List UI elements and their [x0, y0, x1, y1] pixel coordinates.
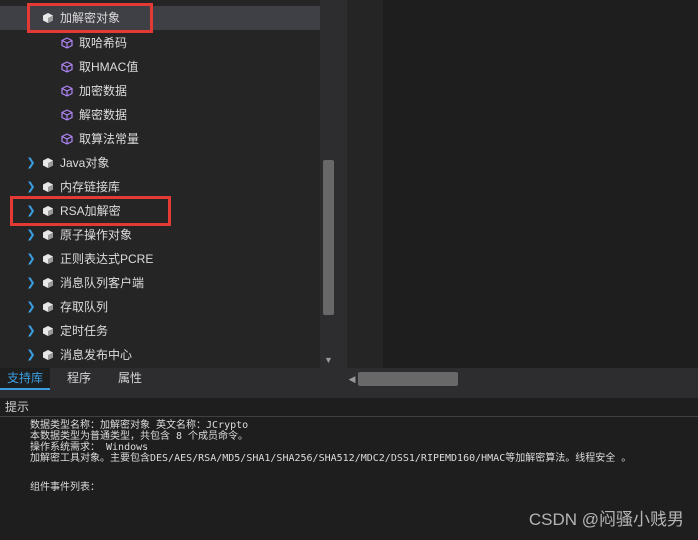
horizontal-splitter[interactable] [0, 390, 698, 398]
chevron-right-icon[interactable]: ❯ [24, 151, 38, 175]
highlight-box [10, 196, 171, 226]
cube-purple-icon [60, 79, 74, 103]
chevron-right-icon[interactable]: ❯ [24, 247, 38, 271]
tree-item-label: 取算法常量 [79, 132, 140, 146]
scrollbar-thumb[interactable] [358, 372, 458, 386]
tree-item-mq-client[interactable]: ❯ 消息队列客户端 [0, 271, 320, 295]
panel-splitter[interactable] [337, 0, 347, 368]
tree-item-label: 定时任务 [60, 324, 109, 338]
tree-item-label: 消息发布中心 [60, 348, 133, 362]
tree-item-label: 消息队列客户端 [60, 276, 145, 290]
cube-white-icon [41, 271, 55, 295]
chevron-right-icon[interactable]: ❯ [24, 319, 38, 343]
divider [0, 416, 698, 417]
tree-item-method[interactable]: 解密数据 [0, 103, 320, 127]
cube-white-icon [41, 247, 55, 271]
cube-white-icon [41, 151, 55, 175]
hint-line: 本数据类型为普通类型，共包含 8 个成员命令。 [30, 431, 249, 442]
cube-purple-icon [60, 103, 74, 127]
hint-panel-title: 提示 [5, 400, 30, 414]
tree-item-method[interactable]: 加密数据 [0, 79, 320, 103]
tree-item-label: 取哈希码 [79, 36, 128, 50]
chevron-right-icon[interactable]: ❯ [24, 295, 38, 319]
tree-item-atomic[interactable]: ❯ 原子操作对象 [0, 223, 320, 247]
tree-item-label: Java对象 [60, 156, 110, 170]
tree-item-java[interactable]: ❯ Java对象 [0, 151, 320, 175]
chevron-right-icon[interactable]: ❯ [24, 271, 38, 295]
tree-item-label: 加密数据 [79, 84, 128, 98]
tree-item-label: 正则表达式PCRE [60, 252, 154, 266]
tree-item-method[interactable]: 取HMAC值 [0, 55, 320, 79]
tree-item-timer[interactable]: ❯ 定时任务 [0, 319, 320, 343]
tree-item-label: 原子操作对象 [60, 228, 133, 242]
code-editor[interactable] [383, 0, 698, 368]
chevron-right-icon[interactable]: ❯ [24, 343, 38, 367]
hint-content: 数据类型名称：加解密对象 英文名称：JCrypto 本数据类型为普通类型，共包含… [30, 420, 690, 493]
highlight-box [27, 3, 153, 33]
tree-item-label: 取HMAC值 [79, 60, 139, 74]
chevron-right-icon[interactable]: ❯ [24, 223, 38, 247]
hint-line: 组件事件列表： [30, 482, 100, 493]
tree-item-pcre[interactable]: ❯ 正则表达式PCRE [0, 247, 320, 271]
cube-white-icon [41, 223, 55, 247]
scroll-left-arrow-icon[interactable]: ◀ [347, 371, 357, 387]
scrollbar-thumb[interactable] [323, 160, 334, 315]
scroll-down-arrow-icon[interactable]: ▼ [320, 352, 337, 368]
left-panel-tabs: 支持库 程序 属性 [0, 368, 345, 390]
hint-line: 加解密工具对象。主要包含DES/AES/RSA/MD5/SHA1/SHA256/… [30, 453, 632, 464]
tab-program[interactable]: 程序 [56, 368, 102, 390]
tab-support-library[interactable]: 支持库 [0, 368, 50, 390]
cube-white-icon [41, 295, 55, 319]
editor-horizontal-scrollbar[interactable]: ◀ [345, 368, 698, 390]
tree-item-method[interactable]: 取哈希码 [0, 31, 320, 55]
editor-margin [347, 0, 383, 368]
tab-properties[interactable]: 属性 [107, 368, 153, 390]
watermark: CSDN @闷骚小贱男 [528, 510, 684, 529]
tree-vertical-scrollbar[interactable]: ▼ [320, 0, 337, 368]
cube-white-icon [41, 343, 55, 367]
cube-white-icon [41, 319, 55, 343]
tree-item-label: 存取队列 [60, 300, 109, 314]
tree-item-queue[interactable]: ❯ 存取队列 [0, 295, 320, 319]
cube-purple-icon [60, 31, 74, 55]
tree-item-label: 解密数据 [79, 108, 128, 122]
library-tree-panel: 加解密对象 取哈希码 取HMAC值 加密数据 解密数据 取算法常量 ❯ Java… [0, 0, 320, 368]
hint-line: 数据类型名称：加解密对象 英文名称：JCrypto [30, 420, 249, 431]
cube-purple-icon [60, 127, 74, 151]
cube-purple-icon [60, 55, 74, 79]
hint-line: 操作系统需求： Windows [30, 442, 149, 453]
tree-item-pubsub[interactable]: ❯ 消息发布中心 [0, 343, 320, 367]
tree-item-method[interactable]: 取算法常量 [0, 127, 320, 151]
